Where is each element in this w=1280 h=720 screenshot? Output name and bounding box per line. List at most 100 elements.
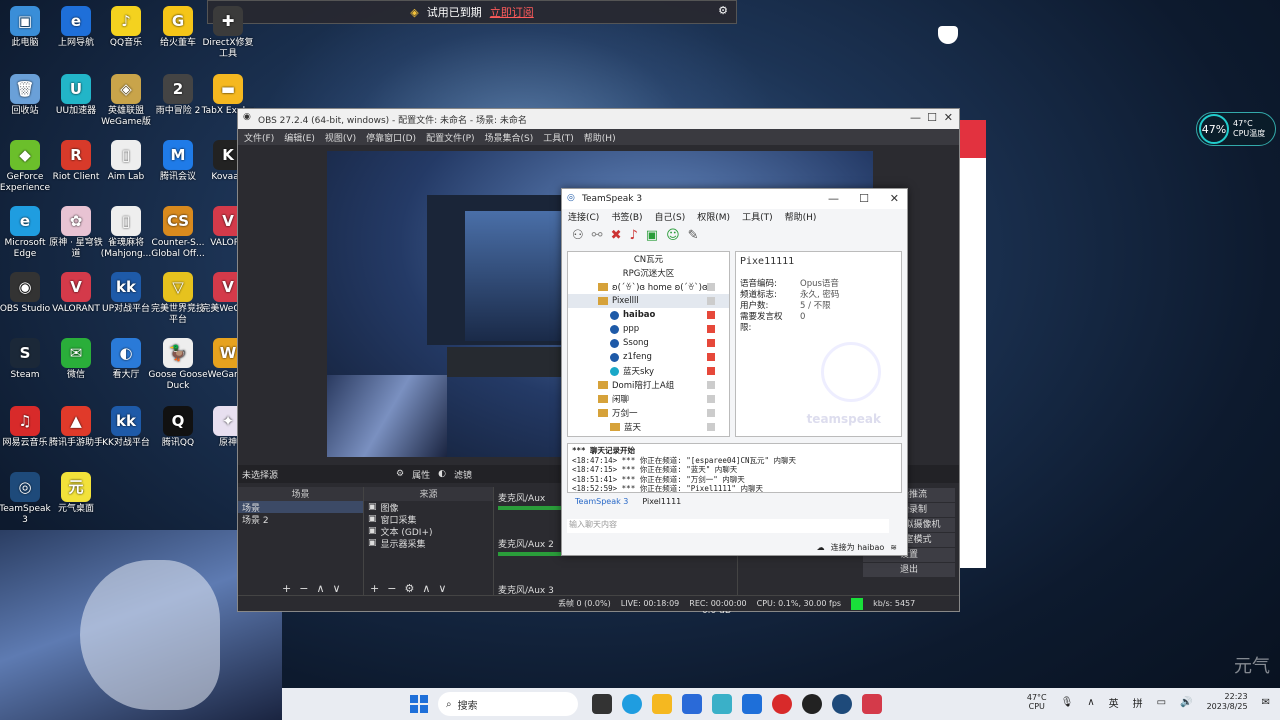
close-icon[interactable]: ✕	[944, 111, 953, 124]
network-icon[interactable]: ▭	[1157, 697, 1166, 708]
remove-scene-icon[interactable]: −	[299, 582, 308, 595]
ts-close-icon[interactable]: ✕	[890, 192, 899, 205]
minimize-icon[interactable]: —	[910, 111, 921, 124]
ime-mode[interactable]: 拼	[1133, 695, 1143, 710]
source-item[interactable]: ▣ 窗口采集	[364, 513, 493, 526]
volume-icon[interactable]: 🔊	[1180, 697, 1192, 708]
taskbar-app-explorer[interactable]	[652, 694, 672, 714]
taskbar-app-teamspeak[interactable]	[832, 694, 852, 714]
cpu-temp-widget[interactable]: 47% 47°C CPU温度	[1196, 112, 1276, 146]
desktop-icon[interactable]: ♪ QQ音乐	[96, 6, 156, 49]
desktop-icon[interactable]: ▯ 雀魂麻将 (Mahjong...	[96, 206, 156, 260]
source-item[interactable]: ▣ 文本 (GDI+)	[364, 525, 493, 538]
tree-channel[interactable]: 蓝天	[568, 420, 729, 434]
tree-user[interactable]: haibao	[568, 308, 729, 322]
contacts-icon[interactable]: ☺	[666, 228, 680, 243]
desktop-icon[interactable]: kk KK对战平台	[96, 406, 156, 449]
tree-user[interactable]: z1feng	[568, 350, 729, 364]
taskbar-app-obs[interactable]	[802, 694, 822, 714]
desktop-icon[interactable]: 元元气桌面	[46, 472, 106, 515]
away-icon[interactable]: ▣	[646, 228, 658, 243]
ime-lang[interactable]: 英	[1109, 695, 1119, 710]
obs-menu-item[interactable]: 场景集合(S)	[485, 131, 534, 144]
channel-tree[interactable]: CN瓦元 RPG沉迷大区 ʚ(´ꈊ`)ɞ home ʚ(´ꈊ`)ɞ Pixellll h…	[567, 251, 730, 437]
tree-channel[interactable]: ʚ(´ꈊ`)ɞ home ʚ(´ꈊ`)ɞ	[568, 280, 729, 294]
remove-source-icon[interactable]: −	[387, 582, 396, 595]
source-down-icon[interactable]: ∨	[438, 582, 446, 595]
clock[interactable]: 22:23 2023/8/25	[1207, 692, 1248, 712]
tree-user[interactable]: Ssong	[568, 336, 729, 350]
ts-menu-item[interactable]: 权限(M)	[697, 210, 730, 223]
add-source-icon[interactable]: +	[370, 582, 379, 595]
taskbar-app-files[interactable]	[592, 694, 612, 714]
whisper-icon[interactable]: ✎	[688, 228, 699, 243]
control-button[interactable]: 退出	[863, 563, 955, 577]
cat-icon[interactable]	[938, 26, 958, 44]
filters-button[interactable]: 滤镜	[454, 468, 472, 481]
notification-icon[interactable]: ✉	[1262, 697, 1270, 708]
source-item[interactable]: ▣ 图像	[364, 501, 493, 514]
taskbar-app-edge[interactable]	[622, 694, 642, 714]
tree-server[interactable]: CN瓦元	[568, 252, 729, 266]
ts-menu-item[interactable]: 工具(T)	[742, 210, 773, 223]
ts-menu-item[interactable]: 书签(B)	[611, 210, 642, 223]
desktop-icon[interactable]: ✚ DirectX修复工具	[198, 6, 258, 60]
taskbar-app-valorant[interactable]	[862, 694, 882, 714]
tree-user[interactable]: ppp	[568, 322, 729, 336]
source-settings-icon[interactable]: ⚙	[404, 582, 414, 595]
obs-titlebar[interactable]: ◉ OBS 27.2.4 (64-bit, windows) - 配置文件: 未…	[238, 109, 959, 129]
chat-tab[interactable]: TeamSpeak 3	[575, 497, 628, 511]
desktop-icon[interactable]: ◈ 英雄联盟WeGame版	[96, 74, 156, 128]
tree-channel[interactable]: 万剑一	[568, 406, 729, 420]
taskbar-search[interactable]: ⌕ 搜索	[438, 692, 578, 716]
tree-channel[interactable]: Domi陪打上A组	[568, 378, 729, 392]
tree-channel[interactable]: KKKA	[568, 434, 729, 436]
ts-minimize-icon[interactable]: —	[828, 192, 839, 205]
move-down-icon[interactable]: ∨	[333, 582, 341, 595]
mute-mic-icon[interactable]: ✖	[611, 228, 622, 243]
obs-menu-item[interactable]: 文件(F)	[244, 131, 274, 144]
settings-icon[interactable]: ⚙	[718, 4, 728, 17]
move-up-icon[interactable]: ∧	[316, 582, 324, 595]
taskbar-app-netease[interactable]	[772, 694, 792, 714]
tree-channel[interactable]: Pixellll	[568, 294, 729, 308]
scene-item[interactable]: 场景	[238, 501, 363, 514]
chat-tab[interactable]: Pixel1111	[642, 497, 681, 511]
desktop-icon[interactable]: ◐ 看大厅	[96, 338, 156, 381]
tree-channel[interactable]: 闲聊	[568, 392, 729, 406]
tree-server[interactable]: RPG沉迷大区	[568, 266, 729, 280]
obs-menu-item[interactable]: 编辑(E)	[284, 131, 315, 144]
ts-menu-item[interactable]: 帮助(H)	[785, 210, 817, 223]
chevron-up-icon[interactable]: ∧	[1087, 697, 1094, 708]
obs-menu-item[interactable]: 帮助(H)	[584, 131, 616, 144]
obs-menu-item[interactable]: 配置文件(P)	[426, 131, 474, 144]
obs-menu-item[interactable]: 视图(V)	[325, 131, 356, 144]
taskbar-app-store[interactable]	[682, 694, 702, 714]
tree-user[interactable]: 蓝天sky	[568, 364, 729, 378]
teamspeak-window[interactable]: ◎ TeamSpeak 3 — ☐ ✕ 连接(C) 书签(B) 自己(S) 权限(M)…	[561, 188, 908, 556]
chat-input[interactable]: 输入聊天内容	[567, 519, 889, 533]
mic-icon[interactable]: 🎙	[1061, 697, 1074, 708]
properties-button[interactable]: 属性	[412, 468, 430, 481]
ts-menu-item[interactable]: 连接(C)	[568, 210, 599, 223]
obs-menu-item[interactable]: 工具(T)	[543, 131, 574, 144]
taskbar-app-mail[interactable]	[742, 694, 762, 714]
tray-cpu-temp[interactable]: 47°C CPU	[1027, 693, 1047, 711]
ts-menu-item[interactable]: 自己(S)	[655, 210, 686, 223]
desktop-icon[interactable]: ▯ Aim Lab	[96, 140, 156, 183]
desktop-icon[interactable]: kk UP对战平台	[96, 272, 156, 315]
maximize-icon[interactable]: ☐	[927, 111, 937, 124]
background-window[interactable]	[958, 120, 986, 568]
obs-menu-item[interactable]: 停靠窗口(D)	[366, 131, 416, 144]
add-scene-icon[interactable]: +	[282, 582, 291, 595]
start-button[interactable]	[410, 695, 428, 713]
ts-titlebar[interactable]: ◎ TeamSpeak 3 — ☐ ✕	[562, 189, 907, 209]
mute-speaker-icon[interactable]: ♪	[629, 228, 637, 243]
source-item[interactable]: ▣ 显示器采集	[364, 537, 493, 550]
ts-maximize-icon[interactable]: ☐	[859, 192, 869, 205]
source-up-icon[interactable]: ∧	[422, 582, 430, 595]
subscribe-link[interactable]: 立即订阅	[490, 4, 534, 20]
disconnect-icon[interactable]: ⚯	[592, 228, 603, 243]
taskbar-app-feishu[interactable]	[712, 694, 732, 714]
scene-item[interactable]: 场景 2	[238, 513, 363, 526]
